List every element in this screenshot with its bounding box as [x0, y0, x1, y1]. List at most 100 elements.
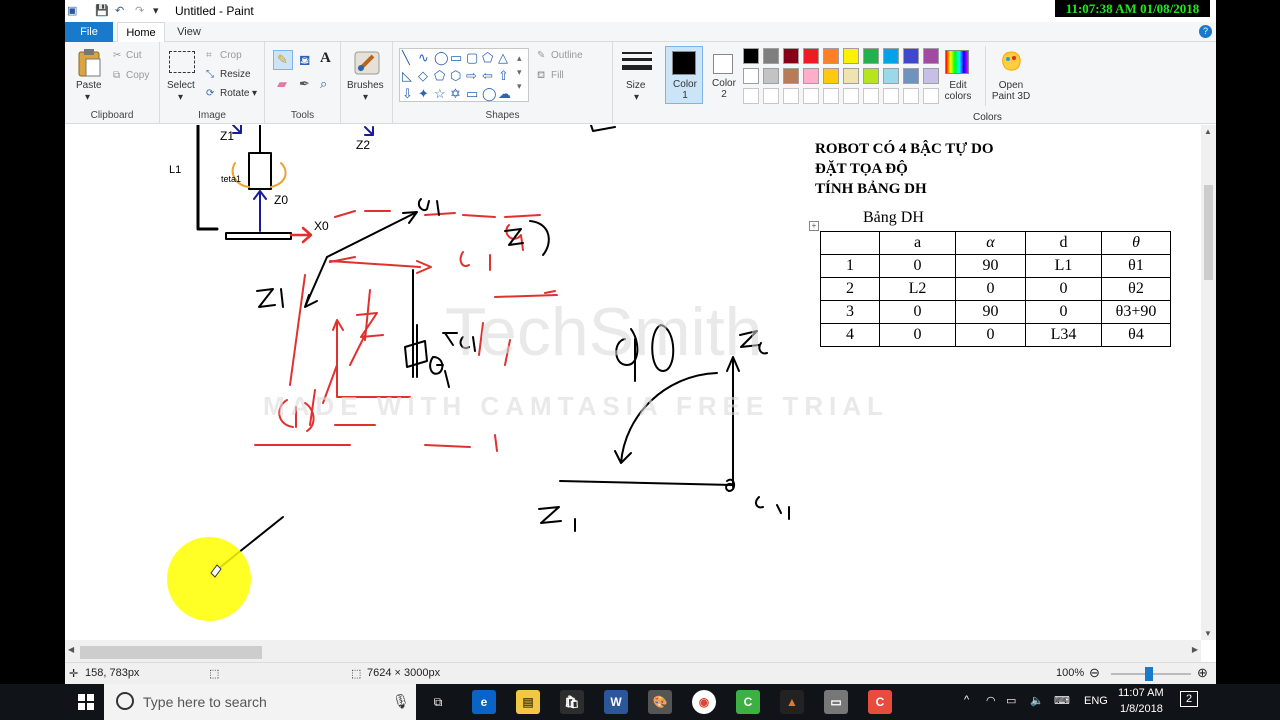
rotate-dropdown-icon[interactable]: ▾ — [252, 88, 257, 99]
polygon-shape-icon[interactable]: ⬠ — [482, 51, 493, 65]
down-arrow-shape-icon[interactable]: ⇩ — [402, 87, 413, 101]
copy-button[interactable]: Copy — [126, 70, 149, 81]
tab-view[interactable]: View — [169, 22, 209, 42]
palette-swatch[interactable] — [843, 48, 859, 64]
open-paint3d-button[interactable]: Open Paint 3D — [985, 46, 1033, 106]
tab-home[interactable]: Home — [117, 22, 165, 42]
custom-color-slot[interactable] — [803, 88, 819, 104]
color1-button[interactable]: Color 1 — [665, 46, 703, 104]
taskbar-time[interactable]: 11:07 AM — [1118, 687, 1164, 699]
matlab-icon[interactable]: ▲ — [780, 690, 804, 714]
drawing-canvas[interactable]: TechSmith MADE WITH CAMTASIA FREE TRIAL … — [65, 125, 1201, 640]
paste-icon[interactable] — [75, 48, 103, 77]
palette-swatch[interactable] — [823, 68, 839, 84]
palette-swatch[interactable] — [903, 48, 919, 64]
tab-file[interactable]: File — [65, 22, 113, 42]
select-icon[interactable] — [169, 51, 195, 73]
shapes-scroll-icon[interactable]: ▴ ▾ ▾ — [517, 51, 522, 93]
line-shape-icon[interactable]: ╲ — [402, 51, 410, 65]
zoom-slider-thumb[interactable] — [1145, 667, 1153, 681]
horizontal-scrollbar[interactable]: ◀ ▶ — [65, 640, 1201, 664]
help-icon[interactable]: ? — [1199, 25, 1212, 38]
chrome-icon[interactable]: ◉ — [692, 690, 716, 714]
palette-swatch[interactable] — [743, 68, 759, 84]
eraser-icon[interactable]: ▰ — [277, 76, 287, 92]
keyboard-icon[interactable]: ⌨ — [1054, 694, 1070, 707]
battery-icon[interactable]: ▭ — [1006, 694, 1016, 707]
crop-button[interactable]: Crop — [220, 50, 242, 61]
callout-oval-shape-icon[interactable]: ◯ — [482, 87, 497, 101]
select-dropdown-icon[interactable]: ▾ — [178, 92, 183, 103]
taskbar-search-box[interactable]: Type here to search 🎙 — [104, 684, 416, 720]
callout-rect-shape-icon[interactable]: ▭ — [466, 87, 478, 101]
palette-swatch[interactable] — [783, 48, 799, 64]
task-view-icon[interactable]: ⧉ — [426, 690, 450, 714]
wifi-icon[interactable]: ◠ — [986, 694, 996, 707]
notification-center-icon[interactable]: 2 — [1180, 691, 1198, 707]
palette-swatch[interactable] — [863, 68, 879, 84]
palette-swatch[interactable] — [803, 48, 819, 64]
palette-swatch[interactable] — [763, 68, 779, 84]
rectangle-shape-icon[interactable]: ▭ — [450, 51, 462, 65]
start-button[interactable] — [78, 694, 94, 710]
custom-color-slot[interactable] — [783, 88, 799, 104]
text-tool-icon[interactable]: A — [320, 50, 331, 67]
paint-app-icon[interactable]: ▣ — [67, 4, 77, 17]
customize-quick-access-icon[interactable]: ▾ — [153, 4, 159, 17]
triangle-shape-icon[interactable]: △ — [498, 51, 508, 65]
palette-swatch[interactable] — [843, 68, 859, 84]
paste-button[interactable]: Paste — [76, 80, 102, 91]
custom-color-slot[interactable] — [863, 88, 879, 104]
five-point-star-shape-icon[interactable]: ☆ — [434, 87, 446, 101]
up-arrow-shape-icon[interactable]: ⇧ — [498, 69, 509, 83]
table-move-handle-icon[interactable]: + — [809, 221, 819, 231]
store-icon[interactable]: 🛍 — [560, 690, 584, 714]
word-icon[interactable]: W — [604, 690, 628, 714]
camtasia-icon[interactable]: C — [736, 690, 760, 714]
fill-button[interactable]: Fill — [551, 70, 564, 81]
rotate-button[interactable]: Rotate — [220, 88, 249, 99]
hexagon-shape-icon[interactable]: ⬡ — [450, 69, 461, 83]
redo-icon[interactable]: ↷ — [135, 4, 144, 17]
magnifier-icon[interactable]: ⌕ — [320, 76, 327, 92]
edge-browser-icon[interactable]: e — [472, 690, 496, 714]
paint-taskbar-icon[interactable]: 🎨 — [648, 690, 672, 714]
palette-swatch[interactable] — [903, 68, 919, 84]
scroll-left-icon[interactable]: ◀ — [68, 645, 74, 654]
curve-shape-icon[interactable]: ∿ — [418, 51, 429, 65]
microphone-icon[interactable]: 🎙 — [392, 693, 410, 710]
save-icon[interactable]: 💾 — [95, 4, 109, 17]
vertical-scrollbar[interactable]: ▲ ▼ — [1201, 125, 1216, 640]
pentagon-shape-icon[interactable]: ⬠ — [434, 69, 445, 83]
file-explorer-icon[interactable]: ▤ — [516, 690, 540, 714]
palette-swatch[interactable] — [823, 48, 839, 64]
palette-swatch[interactable] — [783, 68, 799, 84]
zoom-out-icon[interactable]: ⊖ — [1089, 665, 1100, 681]
scroll-up-icon[interactable]: ▲ — [1204, 127, 1212, 136]
outline-button[interactable]: Outline — [551, 50, 583, 61]
tray-expand-icon[interactable]: ^ — [964, 694, 969, 706]
vertical-scroll-thumb[interactable] — [1204, 185, 1213, 280]
color2-button[interactable]: Color 2 — [705, 46, 743, 104]
shapes-gallery[interactable]: ╲ ∿ ◯ ▭ ▢ ⬠ △ ◺ ◇ ⬠ ⬡ ⇨ ⇦ ⇧ ⇩ ✦ ☆ ✡ ▭ ◯ — [399, 48, 529, 102]
custom-color-slot[interactable] — [763, 88, 779, 104]
four-point-star-shape-icon[interactable]: ✦ — [418, 87, 429, 101]
rounded-rectangle-shape-icon[interactable]: ▢ — [466, 51, 478, 65]
size-button[interactable]: Size ▾ — [617, 48, 657, 108]
diamond-shape-icon[interactable]: ◇ — [418, 69, 428, 83]
scroll-right-icon[interactable]: ▶ — [1192, 645, 1198, 654]
left-arrow-shape-icon[interactable]: ⇦ — [482, 69, 493, 83]
brushes-dropdown-icon[interactable]: ▾ — [363, 92, 368, 103]
palette-swatch[interactable] — [743, 48, 759, 64]
resize-button[interactable]: Resize — [220, 69, 251, 80]
language-indicator[interactable]: ENG — [1084, 695, 1108, 707]
brushes-button[interactable]: Brushes — [347, 80, 384, 91]
app-window-icon[interactable]: ▭ — [824, 690, 848, 714]
custom-color-slot[interactable] — [743, 88, 759, 104]
scroll-down-icon[interactable]: ▼ — [1204, 629, 1212, 638]
cut-button[interactable]: Cut — [126, 50, 142, 61]
pencil-tool[interactable]: ✎ — [273, 50, 293, 70]
volume-icon[interactable]: 🔈 — [1030, 694, 1044, 707]
taskbar-date[interactable]: 1/8/2018 — [1120, 703, 1163, 715]
select-button[interactable]: Select — [167, 80, 195, 91]
